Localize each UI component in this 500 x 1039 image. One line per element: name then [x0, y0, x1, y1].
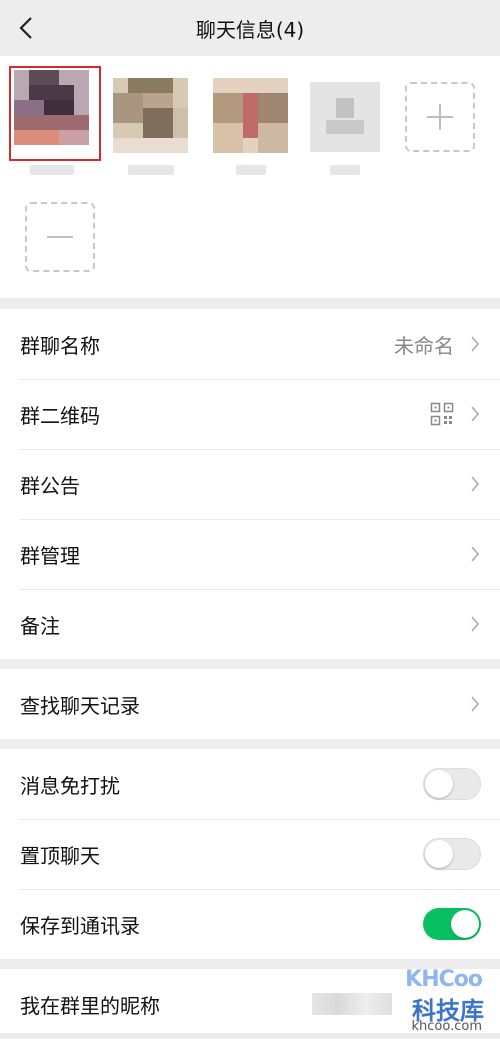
- announcement-row[interactable]: 群公告: [0, 449, 500, 519]
- qr-code-label: 群二维码: [20, 403, 100, 428]
- avatar-image: [213, 78, 288, 153]
- pin-row: 置顶聊天: [0, 819, 500, 889]
- default-avatar-icon: [310, 82, 380, 152]
- chevron-right-icon: [471, 696, 480, 712]
- search-history-row[interactable]: 查找聊天记录: [0, 669, 500, 739]
- plus-icon: [427, 104, 453, 130]
- chevron-right-icon: [471, 406, 480, 422]
- group-management-row[interactable]: 群管理: [0, 519, 500, 589]
- group-name-label: 群聊名称: [20, 333, 100, 358]
- member-avatar[interactable]: [213, 78, 288, 153]
- toggle-knob: [425, 770, 453, 798]
- toggle-section: 消息免打扰 置顶聊天 保存到通讯录: [0, 749, 500, 959]
- pin-label: 置顶聊天: [20, 843, 100, 868]
- member-grid: [0, 56, 500, 298]
- chevron-right-icon: [471, 546, 480, 562]
- search-section: 查找聊天记录: [0, 669, 500, 739]
- member-name-redacted: [236, 165, 266, 175]
- top-bar: 聊天信息(4): [0, 0, 500, 56]
- page-title: 聊天信息(4): [195, 18, 305, 42]
- avatar-image: [113, 78, 188, 153]
- announcement-label: 群公告: [20, 473, 80, 498]
- group-name-value: 未命名: [394, 333, 454, 358]
- mute-label: 消息免打扰: [20, 773, 120, 798]
- member-name-redacted: [128, 165, 174, 175]
- save-contacts-label: 保存到通讯录: [20, 913, 140, 938]
- qr-code-row[interactable]: 群二维码: [0, 379, 500, 449]
- add-member-button[interactable]: [405, 82, 475, 152]
- minus-icon: [47, 236, 73, 238]
- toggle-knob: [425, 840, 453, 868]
- chevron-right-icon: [471, 616, 480, 632]
- search-history-label: 查找聊天记录: [20, 693, 140, 718]
- avatar-image: [14, 70, 89, 145]
- my-nickname-label: 我在群里的昵称: [20, 993, 160, 1018]
- remark-row[interactable]: 备注: [0, 589, 500, 659]
- mute-toggle[interactable]: [423, 768, 481, 800]
- group-settings-section: 群聊名称 未命名 群二维码 群公告 群管理 备注: [0, 309, 500, 659]
- save-contacts-toggle[interactable]: [423, 908, 481, 940]
- my-nickname-row[interactable]: 我在群里的昵称: [0, 969, 500, 1039]
- pin-toggle[interactable]: [423, 838, 481, 870]
- member-name-redacted: [330, 165, 360, 175]
- chevron-right-icon: [471, 336, 480, 352]
- qr-code-icon: [430, 402, 454, 426]
- group-name-row[interactable]: 群聊名称 未命名: [0, 309, 500, 379]
- member-name-redacted: [30, 165, 74, 175]
- member-avatar[interactable]: [113, 78, 188, 153]
- mute-row: 消息免打扰: [0, 749, 500, 819]
- member-avatar[interactable]: [310, 82, 380, 152]
- save-contacts-row: 保存到通讯录: [0, 889, 500, 959]
- nickname-value-redacted: [312, 993, 392, 1015]
- remark-label: 备注: [20, 613, 60, 638]
- nickname-section: 我在群里的昵称: [0, 969, 500, 1033]
- toggle-knob: [451, 910, 479, 938]
- chevron-right-icon: [471, 476, 480, 492]
- member-avatar[interactable]: [14, 70, 89, 145]
- group-management-label: 群管理: [20, 543, 80, 568]
- remove-member-button[interactable]: [25, 202, 95, 272]
